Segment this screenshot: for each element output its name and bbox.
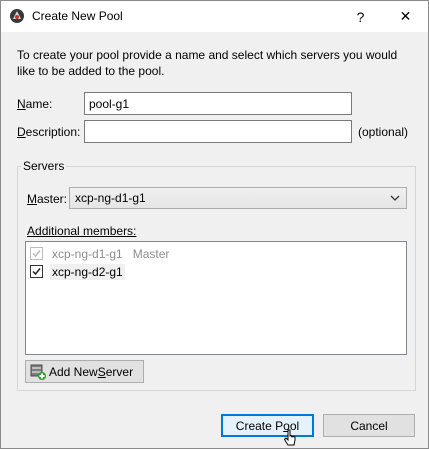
optional-hint: (optional) <box>358 125 409 139</box>
member-name: xcp-ng-d2-g1 <box>50 263 125 280</box>
additional-members-text: dditional members: <box>35 224 137 238</box>
name-label-text: ame: <box>25 97 53 111</box>
list-item[interactable]: xcp-ng-d1-g1 Master <box>30 245 169 262</box>
master-dropdown[interactable]: xcp-ng-d1-g1 <box>69 187 407 209</box>
additional-members-list[interactable]: xcp-ng-d1-g1 Master xcp-ng-d2-g1 <box>25 241 407 355</box>
member-checkbox[interactable] <box>30 265 43 278</box>
chevron-down-icon <box>390 195 400 201</box>
window-title: Create New Pool <box>32 9 123 23</box>
name-label: Name: <box>17 97 52 111</box>
servers-group-title: Servers <box>21 159 67 173</box>
name-input[interactable] <box>84 92 352 115</box>
add-server-label-pre: Add New <box>49 364 98 379</box>
create-pool-button[interactable]: Create Po ol <box>221 414 314 437</box>
member-master-note: Master <box>132 246 170 261</box>
name-label-accesskey: N <box>17 97 26 111</box>
description-label-text: escription: <box>25 125 81 139</box>
xencenter-pool-icon <box>10 9 24 23</box>
member-checkbox[interactable] <box>30 247 43 260</box>
add-server-label-post: erver <box>105 364 134 379</box>
description-label: Description: <box>17 125 80 139</box>
add-server-icon <box>30 364 46 380</box>
description-label-accesskey: D <box>17 125 26 139</box>
master-label-accesskey: M <box>27 192 37 206</box>
add-server-label-accesskey: S <box>97 364 106 379</box>
additional-members-label: Additional members: <box>27 224 136 238</box>
additional-members-accesskey: A <box>27 224 36 238</box>
list-item[interactable]: xcp-ng-d2-g1 <box>30 263 125 280</box>
member-name: xcp-ng-d1-g1 <box>52 246 123 261</box>
intro-text: To create your pool provide a name and s… <box>17 48 398 78</box>
close-button[interactable]: ✕ <box>383 1 428 32</box>
cancel-button[interactable]: Cancel <box>323 414 415 437</box>
add-new-server-button[interactable]: Add New Server <box>25 360 144 383</box>
help-button[interactable]: ? <box>338 1 383 32</box>
create-pool-label-pre: Create P <box>235 418 284 433</box>
master-label: Master: <box>27 192 67 206</box>
checkmark-icon <box>32 268 41 276</box>
checkmark-icon <box>32 250 41 258</box>
title-bar: Create New Pool ? ✕ <box>1 1 428 32</box>
create-pool-dialog: Create New Pool ? ✕ To create your pool … <box>0 0 429 449</box>
description-input[interactable] <box>84 120 352 143</box>
mouse-cursor-icon <box>283 429 296 446</box>
master-label-text: aster: <box>37 192 68 206</box>
master-dropdown-value: xcp-ng-d1-g1 <box>75 191 146 205</box>
